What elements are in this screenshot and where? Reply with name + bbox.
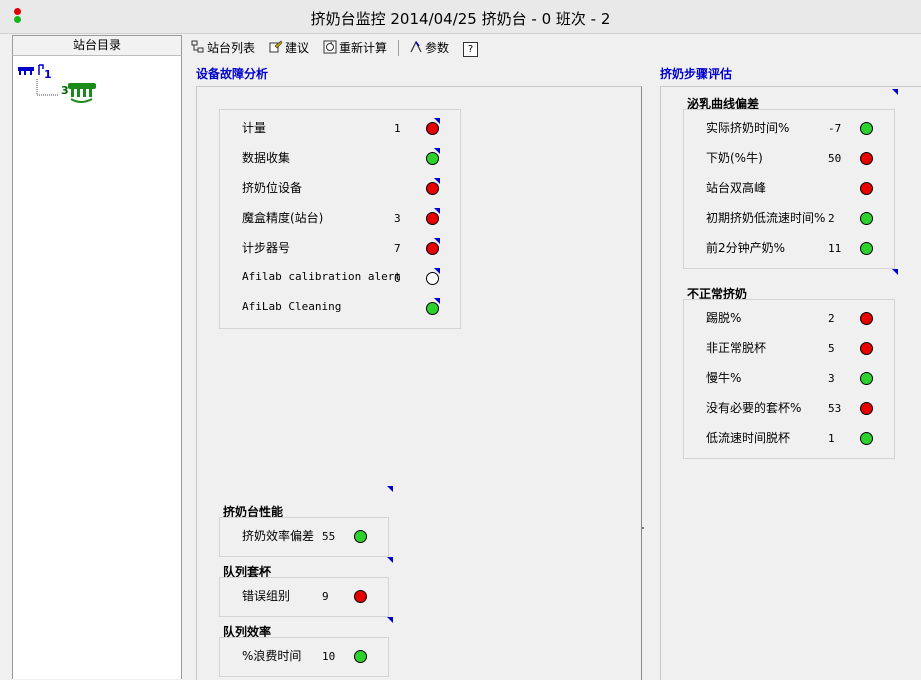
fault-value: 7	[394, 242, 401, 255]
params-button[interactable]: 参数	[409, 39, 449, 57]
corner-marker-icon	[434, 268, 440, 274]
fault-value: 3	[394, 212, 401, 225]
tree-root-number: 1	[44, 68, 52, 81]
tree-child-number: 3	[61, 84, 69, 97]
metric-value: 3	[828, 372, 835, 385]
metric-label: 慢牛%	[706, 371, 742, 385]
advice-button[interactable]: 建议	[269, 39, 309, 57]
milking-unit-icon[interactable]	[68, 83, 96, 103]
metric-label: 踢脱%	[706, 311, 742, 325]
fault-value: 0	[394, 272, 401, 285]
status-indicator-icon	[860, 152, 873, 165]
corner-marker-icon	[434, 208, 440, 214]
corner-marker-icon	[434, 148, 440, 154]
help-button[interactable]: ?	[463, 39, 478, 57]
station-list-button[interactable]: 站台列表	[191, 39, 255, 57]
metric-label: 没有必要的套杯%	[706, 401, 802, 415]
params-label: 参数	[425, 41, 450, 55]
corner-marker-icon	[387, 486, 393, 492]
fault-label: 魔盒精度(站台)	[242, 211, 324, 225]
corner-marker-icon	[387, 617, 393, 623]
metric-label: 非正常脱杯	[706, 341, 767, 355]
metric-value: 11	[828, 242, 842, 255]
status-indicator-icon	[860, 372, 873, 385]
fault-label: Afilab calibration alert	[242, 270, 401, 283]
station-tree[interactable]: 1 3	[17, 61, 117, 111]
equipment-fault-title: 设备故障分析	[196, 67, 269, 81]
recalculate-label: 重新计算	[339, 41, 388, 55]
metric-value: 2	[828, 212, 835, 225]
metric-value: 50	[828, 152, 842, 165]
metric-label: 前2分钟产奶%	[706, 241, 786, 255]
help-icon: ?	[463, 42, 478, 57]
fault-label: 计步器号	[242, 241, 291, 255]
metric-value: 9	[322, 590, 329, 603]
corner-marker-icon	[434, 118, 440, 124]
status-indicator-icon	[860, 312, 873, 325]
toolbar-separator	[398, 40, 399, 56]
fault-label: 计量	[242, 121, 267, 135]
params-icon	[410, 40, 422, 53]
status-indicator-icon	[860, 122, 873, 135]
metric-label: 下奶(%牛)	[706, 151, 763, 165]
corner-marker-icon	[434, 298, 440, 304]
status-indicator-icon	[860, 432, 873, 445]
metric-label: 站台双高峰	[706, 181, 767, 195]
milking-parlor-icon[interactable]	[18, 64, 44, 75]
corner-marker-icon	[892, 89, 898, 95]
metric-label: 初期挤奶低流速时间%	[706, 211, 826, 225]
status-indicator-icon	[354, 650, 367, 663]
main-area: 设备故障分析 计量 1 数据收集 挤奶位设备 魔盒精度(站台) 3 计步器号 7…	[183, 61, 921, 680]
metric-value: 10	[322, 650, 336, 663]
station-tree-header: 站台目录	[12, 35, 182, 56]
recalculate-icon	[323, 40, 337, 54]
milking-step-title: 挤奶步骤评估	[660, 67, 733, 81]
toolbar: 站台列表 建议 重新计算 参数 ?	[183, 36, 921, 60]
fault-label: 数据收集	[242, 151, 291, 165]
status-indicator-icon	[860, 182, 873, 195]
window-title: 挤奶台监控 2014/04/25 挤奶台 - 0 班次 - 2	[310, 10, 611, 28]
fault-label: AfiLab Cleaning	[242, 300, 342, 313]
recalculate-button[interactable]: 重新计算	[323, 39, 387, 57]
metric-label: 实际挤奶时间%	[706, 121, 790, 135]
metric-label: 挤奶效率偏差	[242, 529, 315, 543]
status-indicator-icon	[354, 590, 367, 603]
metric-value: 53	[828, 402, 842, 415]
corner-marker-icon	[434, 238, 440, 244]
status-indicator-icon	[860, 212, 873, 225]
splitter-handle[interactable]	[642, 527, 644, 529]
corner-marker-icon	[892, 269, 898, 275]
status-indicator-icon	[860, 242, 873, 255]
status-indicator-icon	[354, 530, 367, 543]
fault-value: 1	[394, 122, 401, 135]
metric-label: 低流速时间脱杯	[706, 431, 791, 445]
station-list-label: 站台列表	[207, 41, 256, 55]
fault-label: 挤奶位设备	[242, 181, 303, 195]
metric-value: -7	[828, 122, 842, 135]
advice-label: 建议	[285, 41, 310, 55]
metric-value: 1	[828, 432, 835, 445]
tree-list-icon	[191, 40, 204, 53]
metric-label: 错误组别	[242, 589, 291, 603]
corner-marker-icon	[387, 557, 393, 563]
metric-label: %浪费时间	[242, 649, 302, 663]
metric-value: 2	[828, 312, 835, 325]
status-indicator-icon	[860, 342, 873, 355]
metric-value: 55	[322, 530, 336, 543]
metric-value: 5	[828, 342, 835, 355]
corner-marker-icon	[434, 178, 440, 184]
station-tree-pane: 1 3	[12, 35, 182, 679]
status-indicator-icon	[860, 402, 873, 415]
advice-icon	[269, 40, 283, 53]
title-bar: 挤奶台监控 2014/04/25 挤奶台 - 0 班次 - 2	[0, 0, 921, 34]
